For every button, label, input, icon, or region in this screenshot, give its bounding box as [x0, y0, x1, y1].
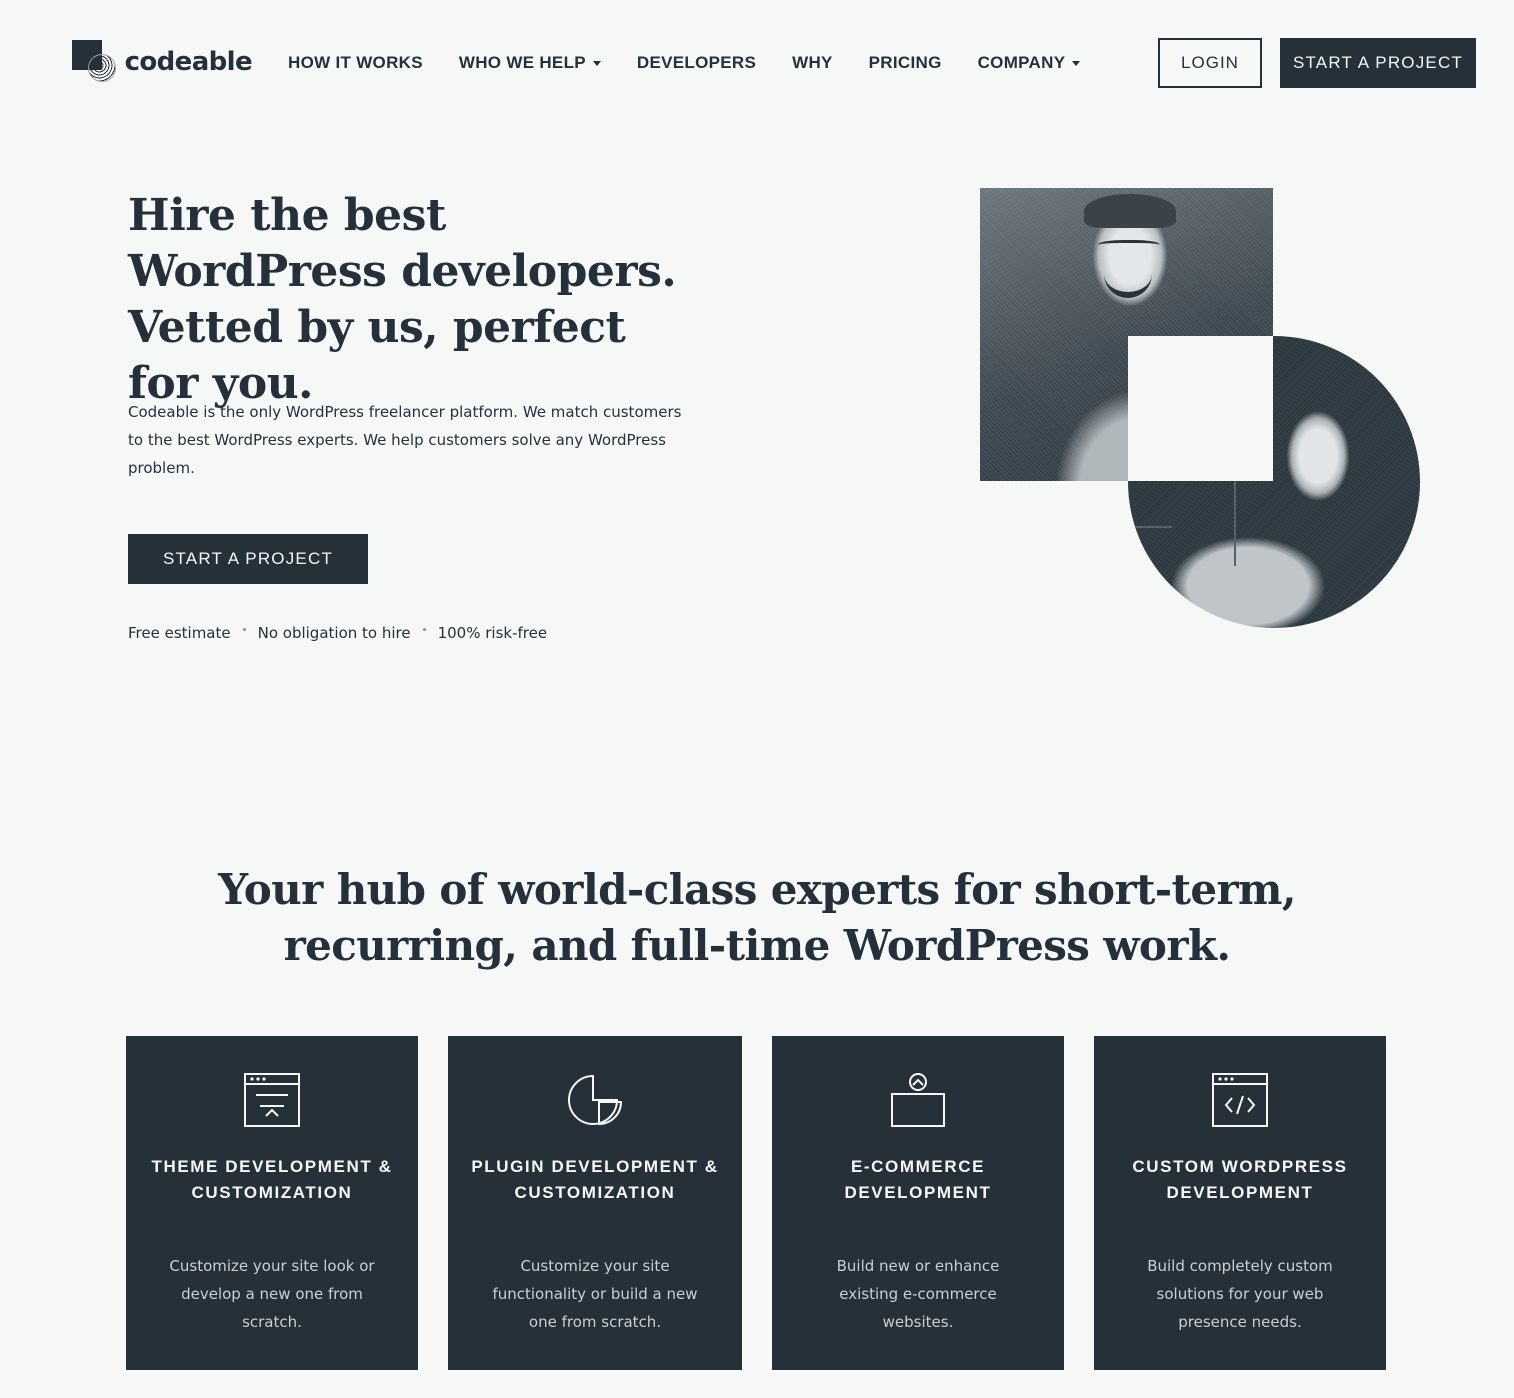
- bullet-separator: [242, 627, 246, 631]
- perk-free-estimate: Free estimate: [128, 624, 231, 642]
- service-card-theme[interactable]: THEME DEVELOPMENT & CUSTOMIZATION Custom…: [126, 1036, 418, 1370]
- browser-code-icon: [1212, 1073, 1268, 1127]
- bullet-separator: [422, 627, 426, 631]
- hero-image-collage: [980, 188, 1420, 628]
- perk-no-obligation: No obligation to hire: [257, 624, 411, 642]
- card-title: CUSTOM WORDPRESS DEVELOPMENT: [1132, 1157, 1348, 1202]
- nav-item-how-it-works[interactable]: HOW IT WORKS: [288, 50, 423, 76]
- hero-description: Codeable is the only WordPress freelance…: [128, 403, 682, 477]
- collage-white-square: [1128, 336, 1273, 481]
- nav-item-label: COMPANY: [977, 53, 1066, 72]
- services-heading: Your hub of world-class experts for shor…: [218, 865, 1296, 970]
- site-header: codeable HOW IT WORKS WHO WE HELP DEVELO…: [0, 0, 1514, 128]
- nav-item-developers[interactable]: DEVELOPERS: [637, 50, 756, 76]
- chevron-down-icon: [1072, 60, 1081, 66]
- perk-risk-free: 100% risk-free: [437, 624, 548, 642]
- nav-item-why[interactable]: WHY: [792, 50, 833, 76]
- service-card-custom[interactable]: CUSTOM WORDPRESS DEVELOPMENT Build compl…: [1094, 1036, 1386, 1370]
- nav-item-label: HOW IT WORKS: [288, 53, 423, 72]
- codeable-logo[interactable]: codeable: [72, 40, 253, 84]
- chevron-down-icon: [592, 60, 601, 66]
- card-description: Build completely custom solutions for yo…: [1147, 1257, 1333, 1331]
- nav-item-who-we-help[interactable]: WHO WE HELP: [459, 50, 601, 76]
- card-title: THEME DEVELOPMENT & CUSTOMIZATION: [151, 1157, 393, 1202]
- nav-item-label: WHO WE HELP: [458, 53, 586, 72]
- start-project-button[interactable]: START A PROJECT: [1280, 38, 1476, 88]
- pie-chart-plugin-icon: [568, 1074, 623, 1126]
- login-button[interactable]: LOGIN: [1158, 38, 1262, 88]
- card-description: Customize your site functionality or bui…: [492, 1257, 698, 1331]
- nav-item-company[interactable]: COMPANY: [978, 50, 1081, 76]
- nav-item-label: DEVELOPERS: [636, 53, 757, 72]
- service-card-plugin[interactable]: PLUGIN DEVELOPMENT & CUSTOMIZATION Custo…: [448, 1036, 742, 1370]
- card-description: Build new or enhance existing e-commerce…: [836, 1257, 1000, 1331]
- nav-item-pricing[interactable]: PRICING: [869, 50, 942, 76]
- hero-start-project-button[interactable]: START A PROJECT: [128, 534, 368, 584]
- card-description: Customize your site look or develop a ne…: [169, 1257, 375, 1331]
- card-title: E-COMMERCE DEVELOPMENT: [844, 1157, 992, 1202]
- card-title: PLUGIN DEVELOPMENT & CUSTOMIZATION: [471, 1157, 719, 1202]
- nav-item-label: WHY: [792, 53, 833, 72]
- service-card-ecommerce[interactable]: E-COMMERCE DEVELOPMENT Build new or enha…: [772, 1036, 1064, 1370]
- hero-perks: Free estimate No obligation to hire 100%…: [128, 624, 547, 642]
- brand-name: codeable: [124, 47, 253, 77]
- nav-item-label: PRICING: [868, 53, 942, 72]
- shopping-bag-icon: [891, 1073, 945, 1127]
- main-nav: HOW IT WORKS WHO WE HELP DEVELOPERS WHY …: [288, 50, 1116, 76]
- browser-theme-icon: [244, 1073, 300, 1127]
- hero-title: Hire the best WordPress developers. Vett…: [128, 190, 677, 409]
- codeable-logo-mark-icon: [72, 40, 117, 84]
